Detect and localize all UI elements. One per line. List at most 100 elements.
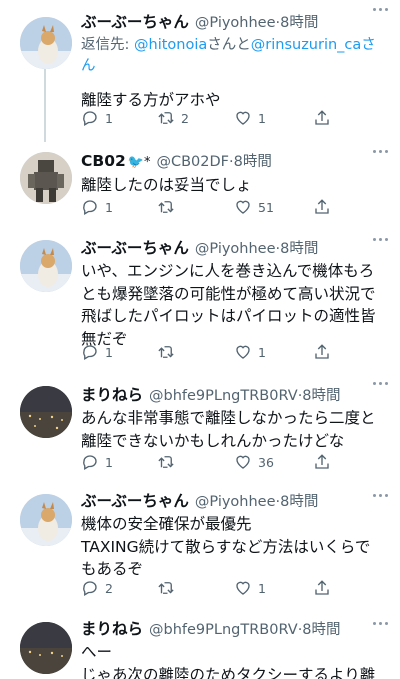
tweet-header: ぶーぶーちゃん @Piyohhee · 8時間 bbox=[81, 10, 390, 34]
tweet-5[interactable]: ぶーぶーちゃん @Piyohhee · 8時間 機体の安全確保が最優先 TAXI… bbox=[0, 486, 400, 614]
user-handle[interactable]: @Piyohhee bbox=[195, 15, 276, 31]
user-handle[interactable]: @bhfe9PLngTRB0RV bbox=[149, 388, 298, 404]
reply-button[interactable]: 1 bbox=[81, 453, 123, 471]
reply-count: 1 bbox=[105, 344, 113, 360]
reply-count: 2 bbox=[105, 580, 113, 596]
like-count: 1 bbox=[258, 344, 266, 360]
avatar[interactable] bbox=[20, 622, 72, 674]
display-name[interactable]: まりねら bbox=[81, 383, 143, 405]
display-name[interactable]: CB02 bbox=[81, 152, 126, 170]
tweet-6[interactable]: まりねら @bhfe9PLngTRB0RV · 8時間 へー じゃあ次の離陸のた… bbox=[0, 614, 400, 679]
display-name[interactable]: まりねら bbox=[81, 617, 143, 639]
reply-icon bbox=[83, 581, 97, 596]
reply-count: 1 bbox=[105, 110, 113, 126]
user-handle[interactable]: @CB02DF bbox=[156, 154, 229, 170]
tweet-text: 離陸したのは妥当でしょ bbox=[81, 176, 252, 194]
tweet-text: あんな非常事態で離陸しなかったら二度と 離陸できないかもしれんかったけどな bbox=[81, 409, 376, 450]
timestamp[interactable]: 8時間 bbox=[302, 618, 340, 639]
tweet-header: まりねら @bhfe9PLngTRB0RV · 8時間 bbox=[81, 383, 390, 407]
avatar[interactable] bbox=[20, 17, 72, 69]
like-button[interactable]: 1 bbox=[234, 109, 276, 127]
tweet-2[interactable]: CB02 🐦* @CB02DF · 8時間 離陸したのは妥当でしょ 1 51 bbox=[0, 142, 400, 230]
tweet-actions: 1 2 1 bbox=[81, 108, 341, 128]
tweet-header: ぶーぶーちゃん @Piyohhee · 8時間 bbox=[81, 489, 390, 513]
mention-link[interactable]: @rinsuzurin_ca bbox=[251, 37, 362, 53]
reply-to-connector: さんと bbox=[207, 37, 251, 53]
retweet-count: 2 bbox=[181, 110, 189, 126]
timestamp[interactable]: 8時間 bbox=[302, 384, 340, 405]
tweet-actions: 1 51 bbox=[81, 197, 341, 217]
timestamp[interactable]: 8時間 bbox=[280, 11, 318, 32]
display-name[interactable]: ぶーぶーちゃん bbox=[81, 10, 189, 32]
timeline: ぶーぶーちゃん @Piyohhee · 8時間 返信先: @hitonoiaさん… bbox=[0, 0, 400, 679]
user-handle[interactable]: @bhfe9PLngTRB0RV bbox=[149, 622, 298, 638]
timestamp[interactable]: 8時間 bbox=[280, 490, 318, 511]
tweet-header: CB02 🐦* @CB02DF · 8時間 bbox=[81, 150, 390, 174]
tweet-header: ぶーぶーちゃん @Piyohhee · 8時間 bbox=[81, 236, 390, 260]
tweet-3[interactable]: ぶーぶーちゃん @Piyohhee · 8時間 いや、エンジンに人を巻き込んで機… bbox=[0, 230, 400, 374]
retweet-button[interactable] bbox=[157, 453, 199, 471]
name-badge: 🐦* bbox=[127, 155, 151, 170]
share-icon bbox=[315, 580, 329, 595]
avatar[interactable] bbox=[20, 386, 72, 438]
like-button[interactable]: 36 bbox=[234, 453, 276, 471]
like-count: 51 bbox=[258, 199, 274, 215]
reply-icon bbox=[83, 345, 97, 360]
retweet-button[interactable]: 2 bbox=[157, 109, 199, 127]
like-button[interactable]: 1 bbox=[234, 343, 276, 361]
tweet-4[interactable]: まりねら @bhfe9PLngTRB0RV · 8時間 あんな非常事態で離陸しな… bbox=[0, 374, 400, 486]
heart-icon bbox=[236, 200, 250, 214]
more-icon[interactable] bbox=[370, 490, 390, 500]
like-count: 1 bbox=[258, 110, 266, 126]
more-icon[interactable] bbox=[370, 378, 390, 388]
more-icon[interactable] bbox=[370, 146, 390, 156]
share-button[interactable] bbox=[313, 343, 331, 361]
mention-link[interactable]: @hitonoia bbox=[134, 37, 207, 53]
reply-button[interactable]: 1 bbox=[81, 343, 123, 361]
user-handle[interactable]: @Piyohhee bbox=[195, 494, 276, 510]
retweet-icon bbox=[158, 456, 174, 468]
more-icon[interactable] bbox=[370, 618, 390, 628]
retweet-button[interactable] bbox=[157, 579, 199, 597]
like-button[interactable]: 1 bbox=[234, 579, 276, 597]
reply-button[interactable]: 1 bbox=[81, 109, 123, 127]
tweet-text: いや、エンジンに人を巻き込んで機体もろ とも爆発墜落の可能性が極めて高い状況で … bbox=[81, 262, 376, 348]
display-name[interactable]: ぶーぶーちゃん bbox=[81, 489, 189, 511]
timestamp[interactable]: 8時間 bbox=[280, 237, 318, 258]
tweet-text: へー じゃあ次の離陸のためタクシーするより離 bbox=[81, 643, 376, 679]
heart-icon bbox=[236, 581, 250, 595]
user-handle[interactable]: @Piyohhee bbox=[195, 241, 276, 257]
retweet-icon bbox=[158, 112, 174, 124]
share-button[interactable] bbox=[313, 109, 331, 127]
heart-icon bbox=[236, 345, 250, 359]
reply-icon bbox=[83, 200, 97, 215]
reply-button[interactable]: 1 bbox=[81, 198, 123, 216]
display-name[interactable]: ぶーぶーちゃん bbox=[81, 236, 189, 258]
tweet-actions: 2 1 bbox=[81, 578, 341, 598]
avatar[interactable] bbox=[20, 494, 72, 546]
retweet-button[interactable] bbox=[157, 343, 199, 361]
avatar[interactable] bbox=[20, 240, 72, 292]
avatar[interactable] bbox=[20, 152, 72, 204]
share-icon bbox=[315, 344, 329, 359]
retweet-icon bbox=[158, 582, 174, 594]
share-button[interactable] bbox=[313, 198, 331, 216]
share-button[interactable] bbox=[313, 579, 331, 597]
retweet-button[interactable] bbox=[157, 198, 199, 216]
reply-button[interactable]: 2 bbox=[81, 579, 123, 597]
heart-icon bbox=[236, 111, 250, 125]
reply-to-line: 返信先: @hitonoiaさんと@rinsuzurin_caさん bbox=[81, 35, 390, 77]
heart-icon bbox=[236, 455, 250, 469]
tweet-1[interactable]: ぶーぶーちゃん @Piyohhee · 8時間 返信先: @hitonoiaさん… bbox=[0, 0, 400, 142]
like-button[interactable]: 51 bbox=[234, 198, 276, 216]
more-icon[interactable] bbox=[370, 234, 390, 244]
timestamp[interactable]: 8時間 bbox=[234, 150, 272, 171]
share-icon bbox=[315, 199, 329, 214]
share-button[interactable] bbox=[313, 453, 331, 471]
retweet-icon bbox=[158, 346, 174, 358]
thread-line bbox=[44, 68, 46, 142]
like-count: 1 bbox=[258, 580, 266, 596]
retweet-icon bbox=[158, 201, 174, 213]
reply-icon bbox=[83, 455, 97, 470]
more-icon[interactable] bbox=[370, 4, 390, 14]
